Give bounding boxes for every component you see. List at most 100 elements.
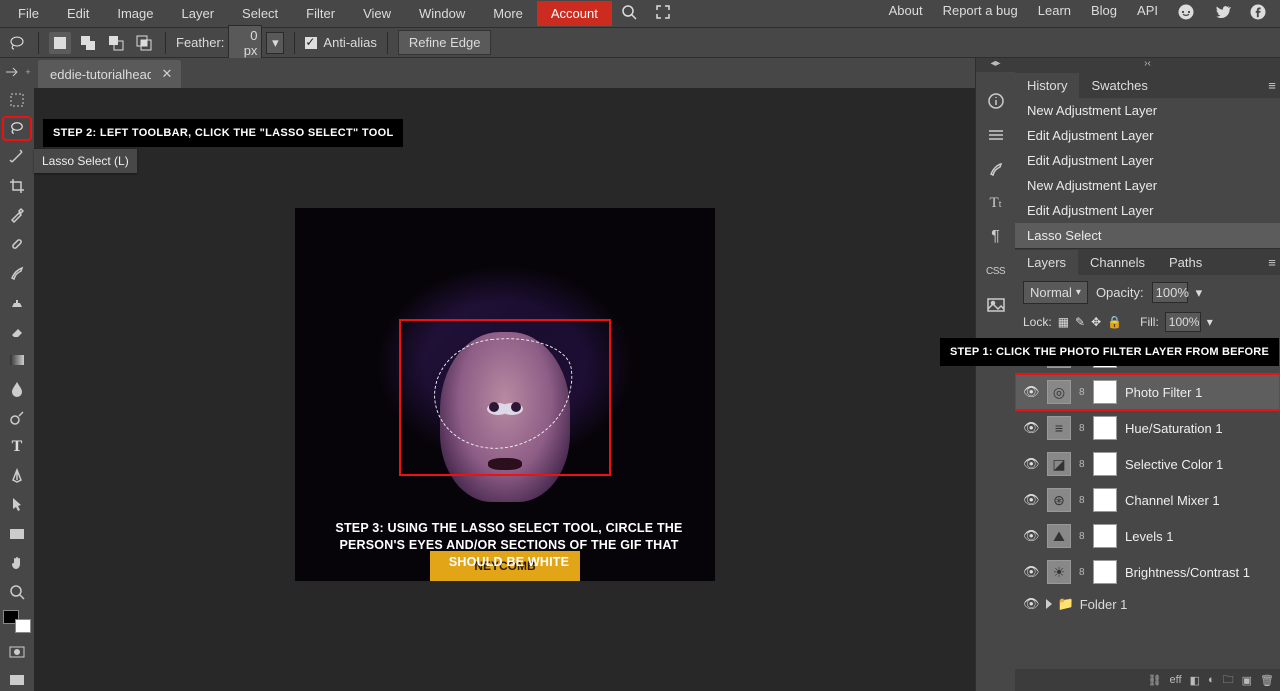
selection-new-icon[interactable] [49, 32, 71, 54]
menu-layer[interactable]: Layer [168, 1, 229, 26]
antialias-checkbox[interactable] [305, 37, 317, 49]
menu-more[interactable]: More [479, 1, 537, 26]
tool-path-select[interactable] [4, 494, 30, 515]
tool-type[interactable]: T [4, 436, 30, 457]
fullscreen-icon[interactable] [646, 0, 680, 28]
layer-mask-thumb[interactable] [1093, 452, 1117, 476]
history-item[interactable]: Edit Adjustment Layer [1015, 123, 1280, 148]
tool-shape[interactable] [4, 523, 30, 544]
visibility-toggle-icon[interactable]: 👁 [1023, 528, 1039, 544]
layer-row[interactable]: 👁◪8Selective Color 1 [1015, 446, 1280, 482]
feather-dropdown[interactable]: ▾ [266, 32, 284, 54]
layer-thumb[interactable]: ◪ [1047, 452, 1071, 476]
tab-history[interactable]: History [1015, 73, 1079, 98]
opacity-dropdown-icon[interactable]: ▾ [1196, 285, 1203, 301]
layer-mask-icon[interactable]: ◧ [1190, 674, 1200, 687]
visibility-toggle-icon[interactable]: 👁 [1023, 456, 1039, 472]
tool-dodge[interactable] [4, 408, 30, 429]
footer-eff[interactable]: eff [1170, 674, 1182, 686]
fill-dropdown-icon[interactable]: ▾ [1207, 315, 1213, 329]
feather-input[interactable]: 0 px [228, 25, 262, 61]
tab-swatches[interactable]: Swatches [1079, 73, 1159, 98]
tool-lasso[interactable] [4, 118, 30, 139]
menu-blog[interactable]: Blog [1081, 0, 1127, 29]
new-folder-icon[interactable]: 🗀 [1223, 671, 1234, 690]
fill-input[interactable]: 100% [1165, 312, 1201, 332]
facebook-icon[interactable] [1240, 0, 1276, 29]
layers-panel-menu-icon[interactable]: ≡ [1264, 255, 1280, 270]
mask-link-icon[interactable]: 8 [1079, 423, 1085, 434]
menu-view[interactable]: View [349, 1, 405, 26]
image-panel-icon[interactable] [985, 294, 1007, 316]
layer-mask-thumb[interactable] [1093, 524, 1117, 548]
layer-folder[interactable]: 👁 📁 Folder 1 [1015, 590, 1280, 618]
search-icon[interactable] [612, 0, 646, 28]
tool-move-row[interactable]: + [2, 62, 32, 81]
tool-marquee[interactable] [4, 89, 30, 110]
layer-mask-thumb[interactable] [1093, 380, 1117, 404]
color-swatches[interactable] [3, 610, 31, 633]
menu-image[interactable]: Image [103, 1, 167, 26]
twitter-icon[interactable] [1204, 0, 1240, 29]
reddit-icon[interactable] [1168, 0, 1204, 29]
mask-link-icon[interactable]: 8 [1079, 459, 1085, 470]
tool-eraser[interactable] [4, 321, 30, 342]
mask-link-icon[interactable]: 8 [1079, 387, 1085, 398]
layer-mask-thumb[interactable] [1093, 560, 1117, 584]
visibility-toggle-icon[interactable]: 👁 [1023, 564, 1039, 580]
layer-thumb[interactable]: ⊛ [1047, 488, 1071, 512]
lock-position-icon[interactable]: ✥ [1091, 315, 1101, 329]
history-panel-menu-icon[interactable]: ≡ [1264, 78, 1280, 93]
selection-add-icon[interactable] [77, 32, 99, 54]
align-panel-icon[interactable] [985, 124, 1007, 146]
visibility-toggle-icon[interactable]: 👁 [1023, 492, 1039, 508]
info-icon[interactable] [985, 90, 1007, 112]
history-item[interactable]: Lasso Select [1015, 223, 1280, 248]
delete-layer-icon[interactable]: 🗑 [1260, 674, 1274, 687]
visibility-toggle-icon[interactable]: 👁 [1023, 596, 1040, 612]
panel-collapse-handle[interactable]: ›‹ [1015, 58, 1280, 72]
visibility-toggle-icon[interactable]: 👁 [1023, 420, 1039, 436]
character-panel-icon[interactable]: Tt [985, 192, 1007, 214]
tool-hand[interactable] [4, 552, 30, 573]
menu-about[interactable]: About [879, 0, 933, 29]
mask-link-icon[interactable]: 8 [1079, 495, 1085, 506]
menu-edit[interactable]: Edit [53, 1, 103, 26]
layer-thumb[interactable]: ◎ [1047, 380, 1071, 404]
history-item[interactable]: Edit Adjustment Layer [1015, 198, 1280, 223]
menu-file[interactable]: File [4, 1, 53, 26]
blend-mode-select[interactable]: Normal ▾ [1023, 281, 1088, 304]
tab-layers[interactable]: Layers [1015, 250, 1078, 275]
selection-subtract-icon[interactable] [105, 32, 127, 54]
tool-brush[interactable] [4, 263, 30, 284]
menu-report-bug[interactable]: Report a bug [933, 0, 1028, 29]
layer-row[interactable]: 👁⛰8Levels 1 [1015, 518, 1280, 554]
layer-row[interactable]: 👁⊛8Channel Mixer 1 [1015, 482, 1280, 518]
history-item[interactable]: Edit Adjustment Layer [1015, 148, 1280, 173]
close-tab-icon[interactable]: ✕ [161, 66, 171, 82]
layer-row[interactable]: 👁☀8Brightness/Contrast 1 [1015, 554, 1280, 590]
tool-eyedropper[interactable] [4, 205, 30, 226]
tool-gradient[interactable] [4, 350, 30, 371]
menu-select[interactable]: Select [228, 1, 292, 26]
tool-magic-wand[interactable] [4, 147, 30, 168]
tool-crop[interactable] [4, 176, 30, 197]
css-panel-icon[interactable]: CSS [985, 260, 1007, 282]
lock-transparency-icon[interactable]: ▦ [1058, 315, 1069, 329]
tool-pen[interactable] [4, 465, 30, 486]
mask-link-icon[interactable]: 8 [1079, 531, 1085, 542]
menu-window[interactable]: Window [405, 1, 479, 26]
layer-thumb[interactable]: ≡ [1047, 416, 1071, 440]
refine-edge-button[interactable]: Refine Edge [398, 30, 492, 55]
selection-intersect-icon[interactable] [133, 32, 155, 54]
tool-clone[interactable] [4, 292, 30, 313]
layer-row[interactable]: 👁◎8Photo Filter 1 [1015, 374, 1280, 410]
layer-row[interactable]: 👁≡8Hue/Saturation 1 [1015, 410, 1280, 446]
brush-panel-icon[interactable] [985, 158, 1007, 180]
layer-mask-thumb[interactable] [1093, 488, 1117, 512]
tool-screenmode[interactable] [4, 670, 30, 691]
tool-blur[interactable] [4, 379, 30, 400]
tool-quickmask[interactable] [4, 641, 30, 662]
file-tab[interactable]: eddie-tutorialheader ✕ [38, 60, 181, 88]
tab-paths[interactable]: Paths [1157, 250, 1214, 275]
